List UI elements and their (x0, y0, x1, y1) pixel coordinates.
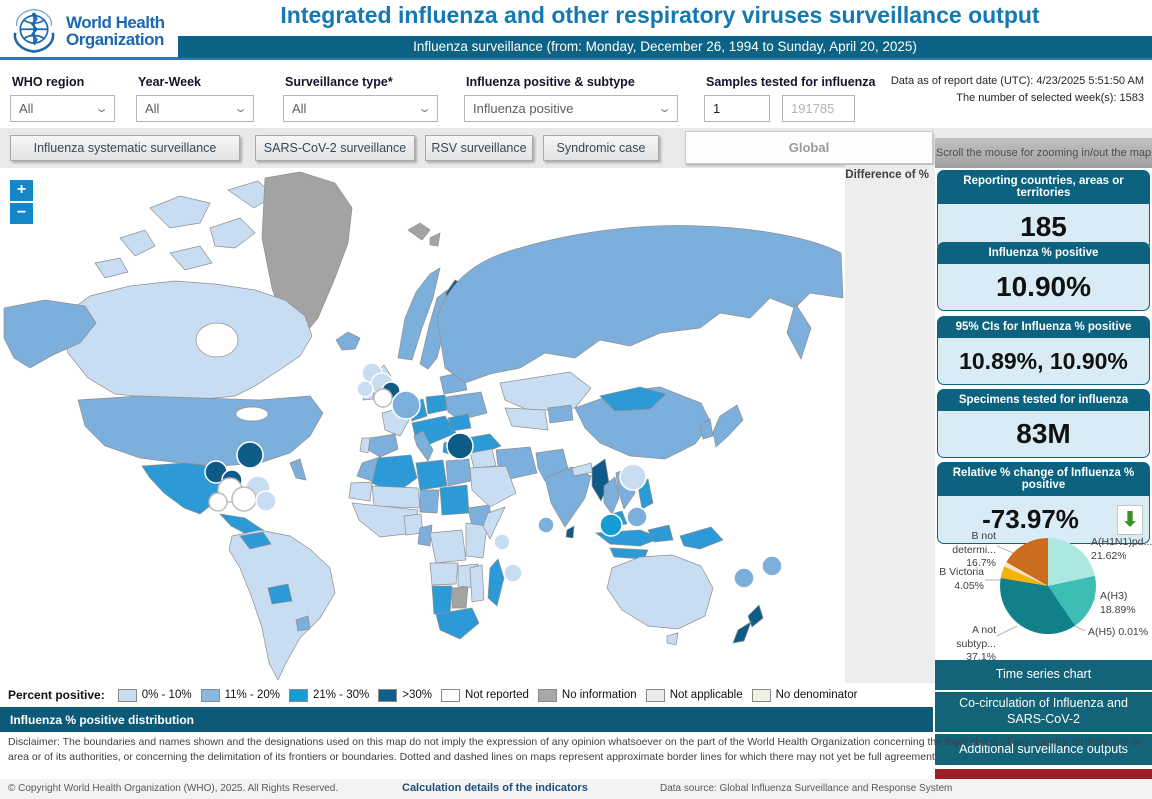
subtype-pie-chart: B not determi... 16.7% B Victoria 4.05% … (935, 528, 1152, 658)
legend-swatch (646, 689, 665, 702)
legend-label: Not reported (465, 689, 529, 701)
legend-swatch (378, 689, 397, 702)
map-zoom-in-button[interactable]: + (10, 180, 33, 201)
kpi-reporting-countries: Reporting countries, areas or territorie… (937, 170, 1150, 251)
surveillance-type-dropdown[interactable]: All⌄ (283, 95, 438, 122)
legend-swatch (289, 689, 308, 702)
cocirculation-button[interactable]: Co-circulation of Influenza and SARS-CoV… (935, 692, 1152, 732)
tab-influenza-systematic[interactable]: Influenza systematic surveillance (10, 135, 240, 161)
map-legend: Percent positive: 0% - 10% 11% - 20% 21%… (0, 683, 933, 707)
pie-pct: 18.89% (1100, 604, 1136, 618)
who-region-dropdown[interactable]: All⌄ (10, 95, 115, 122)
pie-label: A not subtyp... (935, 624, 996, 651)
kpi-specimens-tested: Specimens tested for influenza 83M (937, 389, 1150, 458)
pie-pct: 21.62% (1091, 550, 1152, 564)
legend-label: >30% (402, 689, 432, 701)
who-logo: World Health Organization (8, 6, 178, 56)
global-button[interactable]: Global (685, 131, 933, 164)
kpi-title: Reporting countries, areas or territorie… (937, 170, 1150, 204)
distribution-section-header[interactable]: Influenza % positive distribution (0, 707, 933, 732)
difference-column-header: Difference of % (845, 169, 929, 181)
datasource-text: Data source: Global Influenza Surveillan… (660, 783, 952, 794)
logo-line1: World Health (66, 14, 165, 31)
map-disclaimer: Disclaimer: The boundaries and names sho… (8, 735, 1144, 765)
header: World Health Organization Integrated inf… (0, 0, 1152, 60)
surveillance-type-label: Surveillance type* (285, 75, 393, 89)
legend-title: Percent positive: (8, 688, 105, 702)
pie-label: A(H3) (1100, 590, 1136, 604)
map-panel: + − (0, 168, 845, 683)
kpi-value: 83M (937, 411, 1150, 458)
legend-label: 11% - 20% (225, 689, 280, 701)
filter-bar: WHO region All⌄ Year-Week All⌄ Surveilla… (0, 63, 1152, 128)
who-emblem-icon (8, 7, 60, 55)
pie-label: A(H1N1)pd... (1091, 536, 1152, 550)
chevron-down-icon: ⌄ (657, 102, 672, 115)
pie-label: B not determi... (935, 530, 996, 557)
legend-swatch (118, 689, 137, 702)
who-region-label: WHO region (12, 75, 84, 89)
copyright-text: © Copyright World Health Organization (W… (8, 783, 338, 794)
tab-syndromic[interactable]: Syndromic case (543, 135, 659, 161)
footer: © Copyright World Health Organization (W… (0, 779, 1152, 799)
difference-column: Difference of % (845, 165, 935, 683)
time-series-chart-button[interactable]: Time series chart (935, 660, 1152, 690)
trend-down-arrow-icon: ⬇ (1122, 510, 1139, 530)
legend-label: 0% - 10% (142, 689, 192, 701)
chevron-down-icon: ⌄ (417, 102, 432, 115)
kpi-value: 10.89%, 10.90% (937, 338, 1150, 385)
kpi-title: 95% CIs for Influenza % positive (937, 316, 1150, 338)
year-week-dropdown[interactable]: All⌄ (136, 95, 254, 122)
page-title: Integrated influenza and other respirato… (180, 2, 1140, 36)
legend-swatch (201, 689, 220, 702)
selected-weeks: The number of selected week(s): 1583 (824, 90, 1144, 107)
kpi-title: Specimens tested for influenza (937, 389, 1150, 411)
pie-label: A(H5) 0.01% (1088, 626, 1148, 640)
influenza-positive-dropdown[interactable]: Influenza positive⌄ (464, 95, 678, 122)
kpi-value: 10.90% (937, 264, 1150, 311)
right-panel: Scroll the mouse for zooming in/out the … (935, 138, 1152, 799)
logo-line2: Organization (66, 31, 165, 48)
legend-label: No information (562, 689, 637, 701)
calculation-details-link[interactable]: Calculation details of the indicators (402, 782, 588, 794)
kpi-title: Relative % change of Influenza % positiv… (937, 462, 1150, 496)
pie-label: B Victoria (939, 566, 984, 580)
legend-swatch (441, 689, 460, 702)
map-zoom-out-button[interactable]: − (10, 203, 33, 224)
influenza-positive-label: Influenza positive & subtype (466, 75, 635, 89)
chevron-down-icon: ⌄ (233, 102, 248, 115)
kpi-confidence-interval: 95% CIs for Influenza % positive 10.89%,… (937, 316, 1150, 385)
pie-chart[interactable] (1000, 538, 1096, 634)
surveillance-banner: Influenza surveillance (from: Monday, De… (178, 36, 1152, 58)
tab-sars-cov-2[interactable]: SARS-CoV-2 surveillance (255, 135, 415, 161)
year-week-label: Year-Week (138, 75, 201, 89)
chevron-down-icon: ⌄ (94, 102, 109, 115)
tab-rsv[interactable]: RSV surveillance (425, 135, 533, 161)
legend-swatch (538, 689, 557, 702)
report-date: Data as of report date (UTC): 4/23/2025 … (824, 73, 1144, 90)
samples-min-input[interactable]: 1 (704, 95, 770, 122)
legend-swatch (752, 689, 771, 702)
kpi-title: Influenza % positive (937, 242, 1150, 264)
map-scroll-hint: Scroll the mouse for zooming in/out the … (935, 138, 1152, 168)
world-map[interactable] (0, 168, 845, 683)
legend-label: 21% - 30% (313, 689, 369, 701)
legend-label: No denominator (776, 689, 858, 701)
pie-pct: 4.05% (939, 580, 984, 594)
legend-label: Not applicable (670, 689, 743, 701)
kpi-influenza-positive: Influenza % positive 10.90% (937, 242, 1150, 311)
